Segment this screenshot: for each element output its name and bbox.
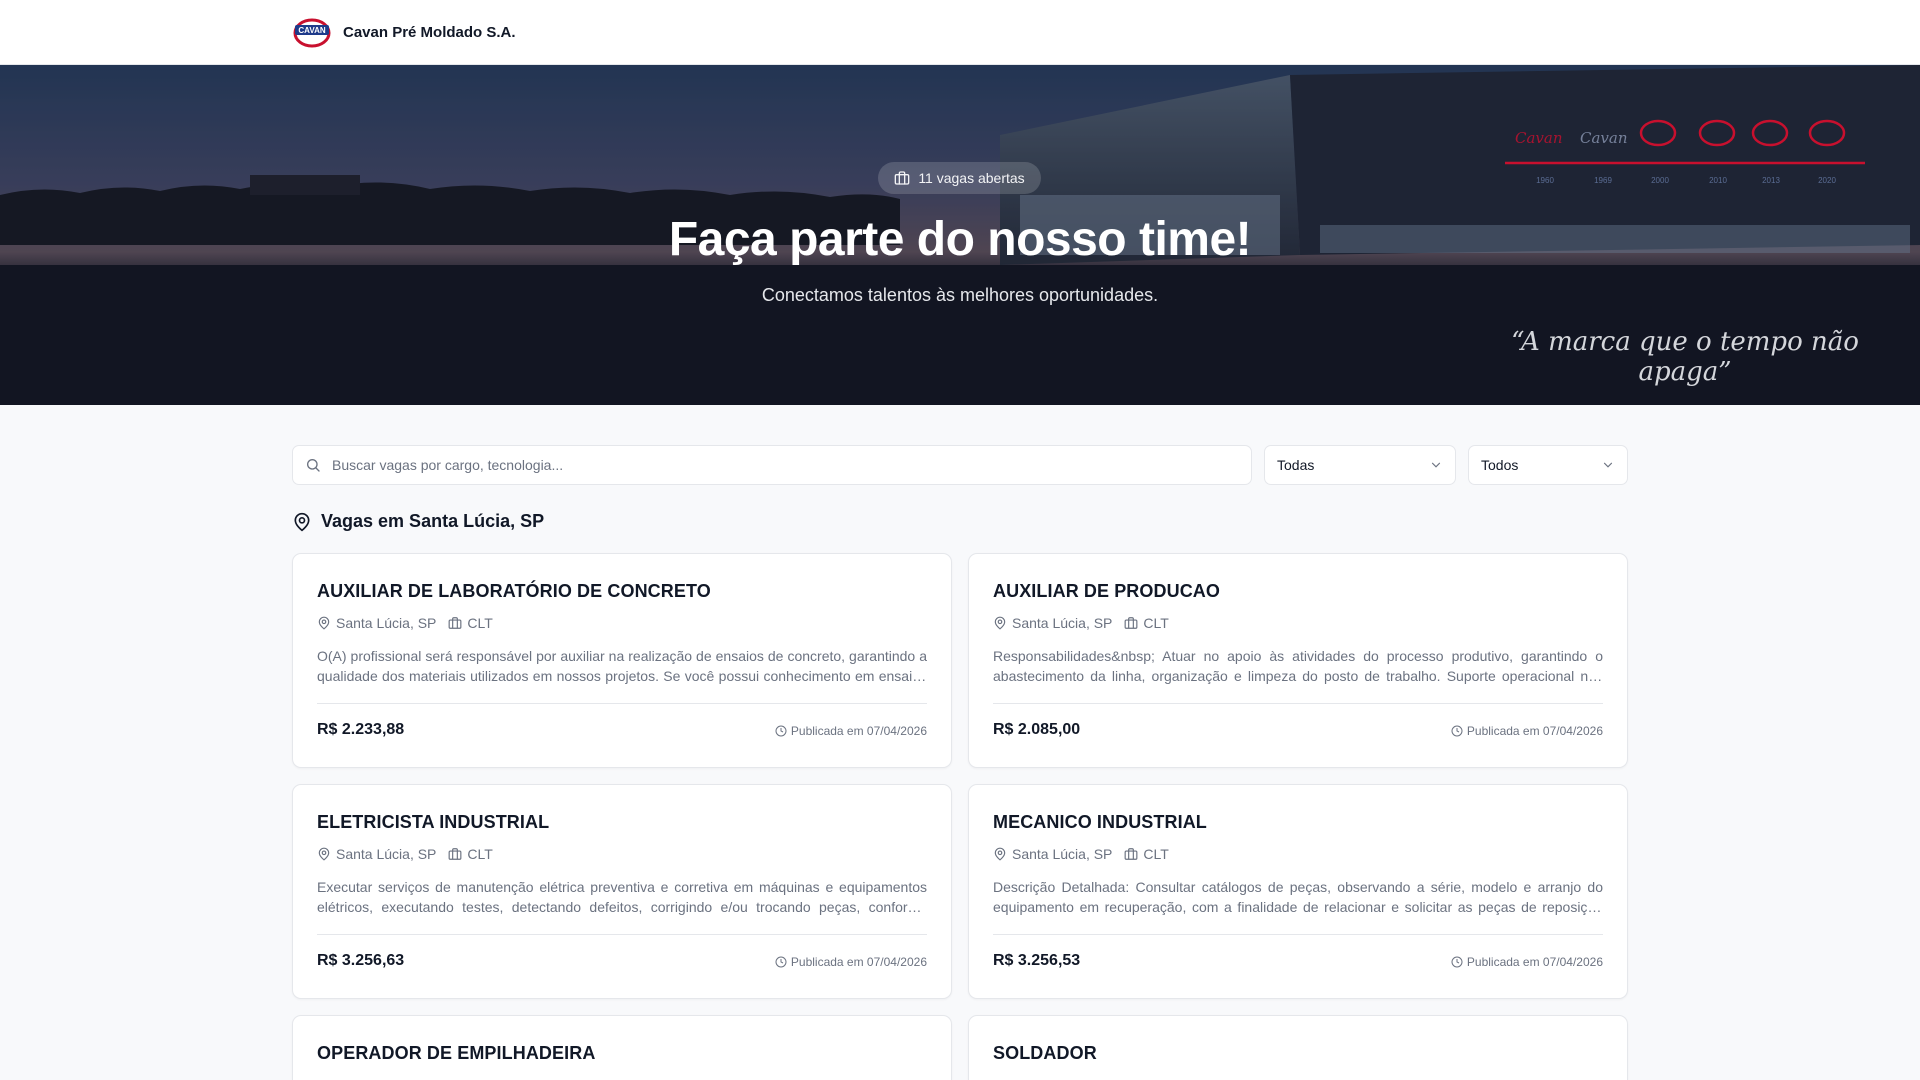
job-meta: Santa Lúcia, SP CLT (993, 846, 1169, 862)
brand-timeline-graphic: Cavan Cavan 1960 1969 2000 2010 2013 202… (1505, 119, 1865, 185)
top-navbar: CAVAN Cavan Pré Moldado S.A. (0, 0, 1920, 65)
job-published-text: Publicada em 07/04/2026 (790, 724, 927, 738)
timeline-year: 2013 (1762, 176, 1780, 185)
job-description: Descrição Detalhada: Consultar catálogos… (993, 879, 1603, 915)
job-location-text: Santa Lúcia, SP (1012, 615, 1113, 631)
job-title[interactable]: AUXILIAR DE LABORATÓRIO DE CONCRETO (317, 581, 711, 602)
timeline-year: 1960 (1536, 176, 1554, 185)
map-pin-icon (318, 616, 330, 630)
filter-select-1-value: Todas (1277, 457, 1315, 473)
job-published-date: Publicada em 07/04/2026 (775, 724, 927, 738)
job-title[interactable]: OPERADOR DE EMPILHADEIRA (317, 1043, 595, 1064)
job-divider (993, 703, 1603, 704)
jobs-section-label: Vagas em Santa Lúcia, SP (321, 511, 545, 531)
job-search-input[interactable] (332, 457, 1232, 473)
hero-banner: Cavan Cavan 1960 1969 2000 2010 2013 202… (0, 65, 1920, 405)
company-name: Cavan Pré Moldado S.A. (343, 23, 516, 41)
job-card[interactable]: OPERADOR DE EMPILHADEIRA (292, 1015, 952, 1080)
job-card[interactable]: ELETRICISTA INDUSTRIAL Santa Lúcia, SP C… (292, 784, 952, 999)
logo-text: CAVAN (298, 26, 325, 35)
job-salary: R$ 3.256,63 (317, 952, 405, 969)
job-published-date: Publicada em 07/04/2026 (775, 955, 927, 969)
hero-subtitle: Conectamos talentos às melhores oportuni… (761, 285, 1159, 305)
filter-select-2[interactable]: Todos (1468, 445, 1628, 485)
job-card[interactable]: MECANICO INDUSTRIAL Santa Lúcia, SP CLT … (968, 784, 1628, 999)
map-pin-icon (994, 847, 1006, 861)
job-contract-text: CLT (467, 846, 493, 862)
hero-title: Faça parte do nosso time! (668, 213, 1252, 266)
job-contract: CLT (1124, 615, 1169, 631)
map-pin-icon (294, 512, 310, 531)
filter-select-1[interactable]: Todas (1264, 445, 1456, 485)
timeline-year: 2020 (1818, 176, 1836, 185)
job-contract-text: CLT (467, 615, 493, 631)
svg-text:Cavan: Cavan (1515, 129, 1563, 147)
job-published-date: Publicada em 07/04/2026 (1451, 724, 1603, 738)
job-description: O(A) profissional será responsável por a… (317, 648, 927, 684)
briefcase-icon (448, 617, 462, 629)
chevron-down-icon (1603, 462, 1613, 468)
job-location: Santa Lúcia, SP (317, 615, 436, 631)
job-published-text: Publicada em 07/04/2026 (1466, 955, 1603, 969)
clock-icon (1451, 956, 1463, 968)
job-salary: R$ 2.085,00 (993, 721, 1081, 738)
timeline-year: 2010 (1709, 176, 1727, 185)
brand-slogan: “A marca que o tempo não apaga” (1511, 327, 1859, 387)
chevron-down-icon (1431, 462, 1441, 468)
timeline-year: 2000 (1651, 176, 1669, 185)
job-card[interactable]: AUXILIAR DE PRODUCAO Santa Lúcia, SP CLT… (968, 553, 1628, 768)
clock-icon (1451, 725, 1463, 737)
job-title[interactable]: SOLDADOR (993, 1043, 1097, 1064)
open-jobs-count: 11 vagas abertas (918, 170, 1025, 186)
job-description: Responsabilidades&nbsp; Atuar no apoio à… (993, 648, 1603, 684)
search-icon (307, 459, 320, 472)
job-divider (317, 703, 927, 704)
job-description: Executar serviços de manutenção elétrica… (317, 879, 927, 915)
jobs-section-title: Vagas em Santa Lúcia, SP (292, 511, 544, 532)
briefcase-icon (894, 171, 910, 185)
job-location: Santa Lúcia, SP (993, 846, 1112, 862)
job-location-text: Santa Lúcia, SP (1012, 846, 1113, 862)
job-published-text: Publicada em 07/04/2026 (790, 955, 927, 969)
job-location: Santa Lúcia, SP (317, 846, 436, 862)
clock-icon (775, 725, 787, 737)
map-pin-icon (994, 616, 1006, 630)
briefcase-icon (448, 848, 462, 860)
job-meta: Santa Lúcia, SP CLT (317, 615, 493, 631)
map-pin-icon (318, 847, 330, 861)
briefcase-icon (1124, 848, 1138, 860)
job-location-text: Santa Lúcia, SP (336, 846, 437, 862)
job-title[interactable]: AUXILIAR DE PRODUCAO (993, 581, 1220, 602)
company-logo: CAVAN (293, 16, 331, 48)
job-contract: CLT (448, 846, 493, 862)
job-salary: R$ 3.256,53 (993, 952, 1081, 969)
svg-text:Cavan: Cavan (1580, 129, 1628, 147)
job-location: Santa Lúcia, SP (993, 615, 1112, 631)
job-divider (993, 934, 1603, 935)
briefcase-icon (1124, 617, 1138, 629)
timeline-year: 1969 (1594, 176, 1612, 185)
job-contract-text: CLT (1143, 846, 1169, 862)
job-title[interactable]: ELETRICISTA INDUSTRIAL (317, 812, 549, 833)
job-search-box[interactable] (292, 445, 1252, 485)
job-published-text: Publicada em 07/04/2026 (1466, 724, 1603, 738)
job-published-date: Publicada em 07/04/2026 (1451, 955, 1603, 969)
job-contract: CLT (448, 615, 493, 631)
clock-icon (775, 956, 787, 968)
job-contract: CLT (1124, 846, 1169, 862)
job-location-text: Santa Lúcia, SP (336, 615, 437, 631)
job-title[interactable]: MECANICO INDUSTRIAL (993, 812, 1207, 833)
filter-select-2-value: Todos (1481, 457, 1519, 473)
job-card[interactable]: SOLDADOR (968, 1015, 1628, 1080)
job-meta: Santa Lúcia, SP CLT (317, 846, 493, 862)
job-contract-text: CLT (1143, 615, 1169, 631)
job-salary: R$ 2.233,88 (317, 721, 405, 738)
open-jobs-badge: 11 vagas abertas (878, 162, 1041, 194)
job-divider (317, 934, 927, 935)
job-meta: Santa Lúcia, SP CLT (993, 615, 1169, 631)
job-card[interactable]: AUXILIAR DE LABORATÓRIO DE CONCRETO Sant… (292, 553, 952, 768)
brand[interactable]: CAVAN Cavan Pré Moldado S.A. (293, 16, 516, 48)
